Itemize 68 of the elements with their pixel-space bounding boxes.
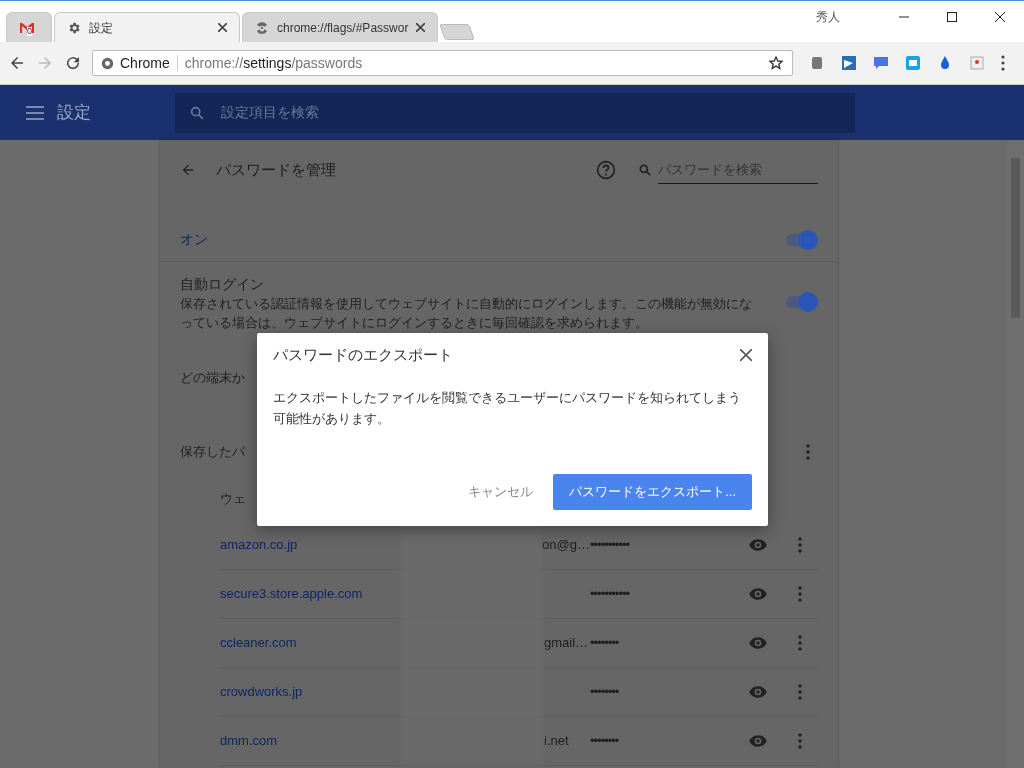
site-link[interactable]: crowdworks.jp — [220, 682, 400, 702]
toggle-switch[interactable] — [784, 229, 818, 250]
tab-title: 設定 — [89, 19, 114, 37]
app-title: 設定 — [57, 101, 91, 124]
more-menu-icon[interactable] — [798, 733, 802, 749]
username-text: on@g… — [542, 536, 590, 555]
close-icon[interactable] — [218, 23, 227, 32]
chrome-logo-icon — [101, 56, 114, 70]
gear-icon — [67, 20, 81, 35]
address-bar[interactable]: Chrome chrome://settings/passwords — [92, 50, 793, 76]
bookmark-star-icon[interactable] — [768, 55, 784, 71]
toggle-switch[interactable] — [784, 292, 818, 312]
sync-text: どの端末か — [180, 369, 245, 388]
site-link[interactable]: ccleaner.com — [220, 633, 400, 653]
setting-description: 保存されている認証情報を使用してウェブサイトに自動的にログインします。この機能が無効になっている場合は、ウェブサイトにログインするときに毎回確認を求められます。 — [180, 296, 753, 332]
url-text: chrome://settings/passwords — [184, 53, 363, 73]
site-label: Chrome — [120, 53, 170, 73]
password-dots: •••••••• — [590, 683, 620, 702]
column-heading: ウェ — [220, 490, 246, 509]
page-title: パスワードを管理 — [216, 159, 336, 180]
dialog-title: パスワードのエクスポート — [273, 344, 453, 365]
search-icon — [638, 163, 652, 177]
username-text: gmail… — [544, 634, 589, 653]
extension-icon[interactable] — [905, 55, 921, 71]
more-menu-icon[interactable] — [798, 537, 802, 553]
site-link[interactable]: dmm.com — [220, 731, 400, 751]
new-tab-button[interactable] — [439, 24, 476, 40]
more-menu-icon[interactable] — [798, 635, 802, 651]
search-icon — [189, 104, 205, 121]
close-icon[interactable] — [740, 349, 752, 361]
forward-icon[interactable] — [36, 54, 54, 72]
extension-icon[interactable] — [969, 55, 985, 71]
setting-title: 自動ログイン — [180, 275, 265, 294]
export-button[interactable]: パスワードをエクスポート... — [553, 474, 752, 510]
chat-bubble-icon[interactable] — [873, 55, 889, 71]
browser-tab[interactable]: 0 — [6, 12, 52, 42]
close-icon[interactable] — [995, 12, 1005, 22]
browser-tab[interactable]: chrome://flags/#Passwor — [242, 12, 439, 42]
tab-title: chrome://flags/#Passwor — [277, 19, 409, 37]
more-menu-icon[interactable] — [798, 586, 802, 602]
close-icon[interactable] — [416, 23, 426, 32]
site-link[interactable]: amazon.co.jp — [220, 535, 400, 555]
menu-icon[interactable] — [26, 105, 44, 120]
maximize-icon[interactable] — [947, 12, 957, 22]
settings-search-field[interactable]: 設定項目を検索 — [175, 92, 855, 133]
menu-icon[interactable] — [1001, 55, 1005, 71]
enabled-label: オン — [180, 230, 208, 249]
browser-tab[interactable]: 設定 — [54, 12, 240, 42]
site-link[interactable]: secure3.store.apple.com — [220, 584, 400, 604]
password-dots: •••••••• — [590, 634, 620, 653]
password-dots: •••••••• — [590, 732, 620, 751]
cancel-button[interactable]: キャンセル — [460, 474, 542, 510]
mail-icon — [19, 21, 35, 34]
password-dots: ••••••••••• — [590, 536, 631, 555]
password-dots: ••••••••••• — [590, 585, 631, 604]
reload-icon[interactable] — [64, 54, 82, 72]
more-menu-icon[interactable] — [806, 444, 810, 460]
dialog-message: エクスポートしたファイルを閲覧できるユーザーにパスワードを知られてしまう可能性があります。 — [273, 389, 742, 428]
more-menu-icon[interactable] — [798, 684, 802, 700]
unread-count: 0 — [27, 26, 32, 36]
section-heading: 保存したパ — [180, 443, 245, 462]
extension-icon[interactable] — [809, 55, 825, 71]
username-text: i.net — [544, 732, 569, 751]
profile-name[interactable]: 秀人 — [816, 8, 840, 26]
radiation-icon — [255, 20, 269, 35]
help-icon[interactable] — [596, 160, 616, 180]
extension-icon[interactable] — [841, 55, 857, 71]
back-arrow-icon[interactable] — [180, 162, 196, 178]
